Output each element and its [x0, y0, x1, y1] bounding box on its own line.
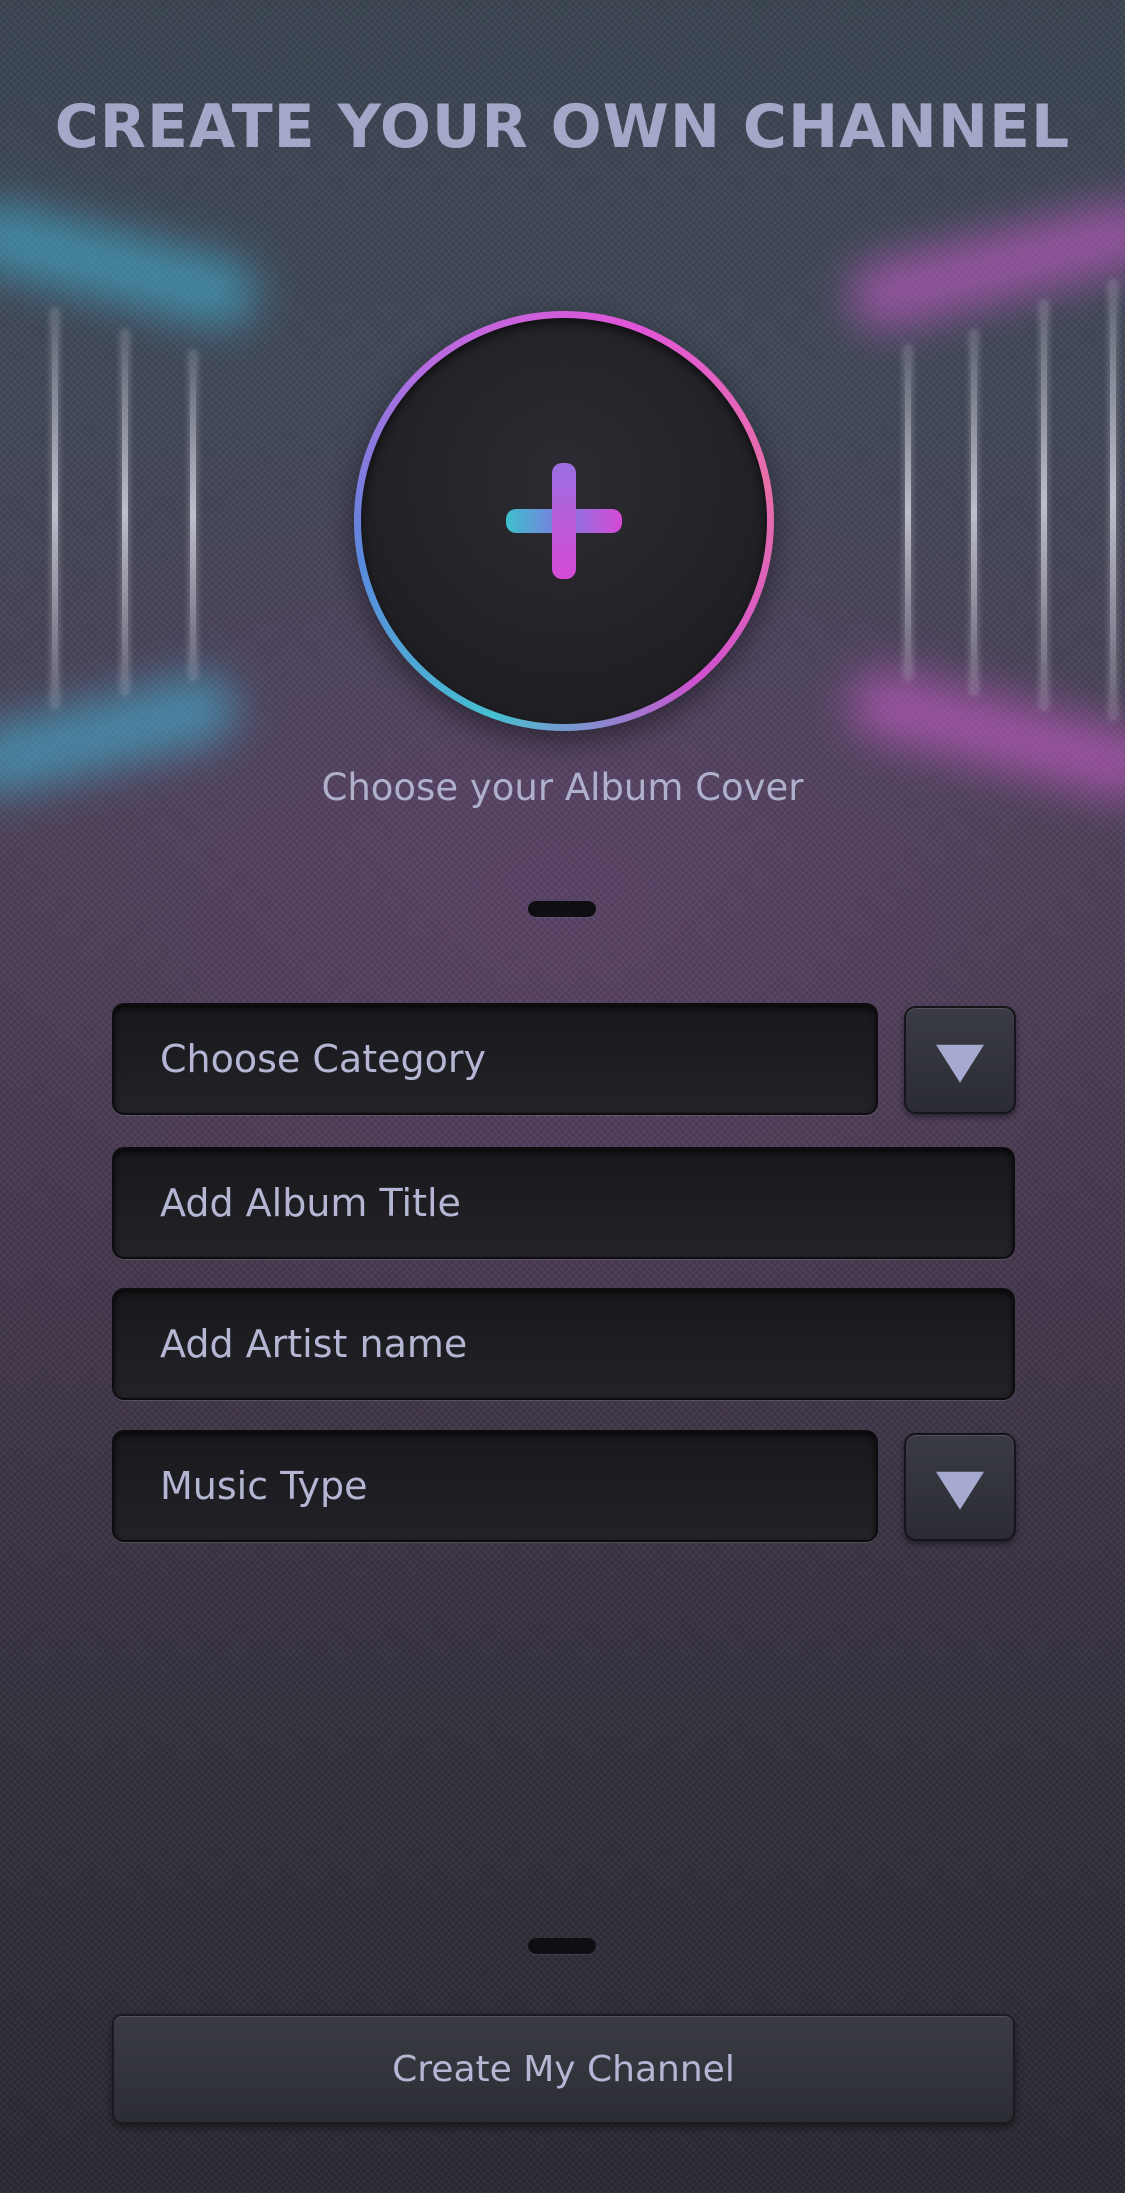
choose-category-select[interactable]: Choose Category	[112, 1003, 878, 1115]
page-title: CREATE YOUR OWN CHANNEL	[54, 92, 1071, 162]
choose-album-cover-button[interactable]	[354, 311, 774, 731]
triangle-down-icon	[936, 1471, 984, 1510]
category-dropdown-button[interactable]	[904, 1006, 1016, 1114]
music-type-dropdown-button[interactable]	[904, 1433, 1016, 1541]
divider-top	[528, 901, 596, 917]
triangle-down-icon	[936, 1044, 984, 1083]
artist-name-input[interactable]	[112, 1288, 1015, 1400]
music-type-select[interactable]: Music Type	[112, 1430, 878, 1542]
neon-light-right-decoration	[841, 192, 1125, 820]
album-cover-caption: Choose your Album Cover	[321, 766, 804, 809]
create-my-channel-button[interactable]: Create My Channel	[112, 2014, 1015, 2124]
neon-light-left-decoration	[0, 194, 265, 820]
album-title-input[interactable]	[112, 1147, 1015, 1259]
plus-icon	[506, 463, 622, 579]
divider-bottom	[528, 1938, 596, 1954]
